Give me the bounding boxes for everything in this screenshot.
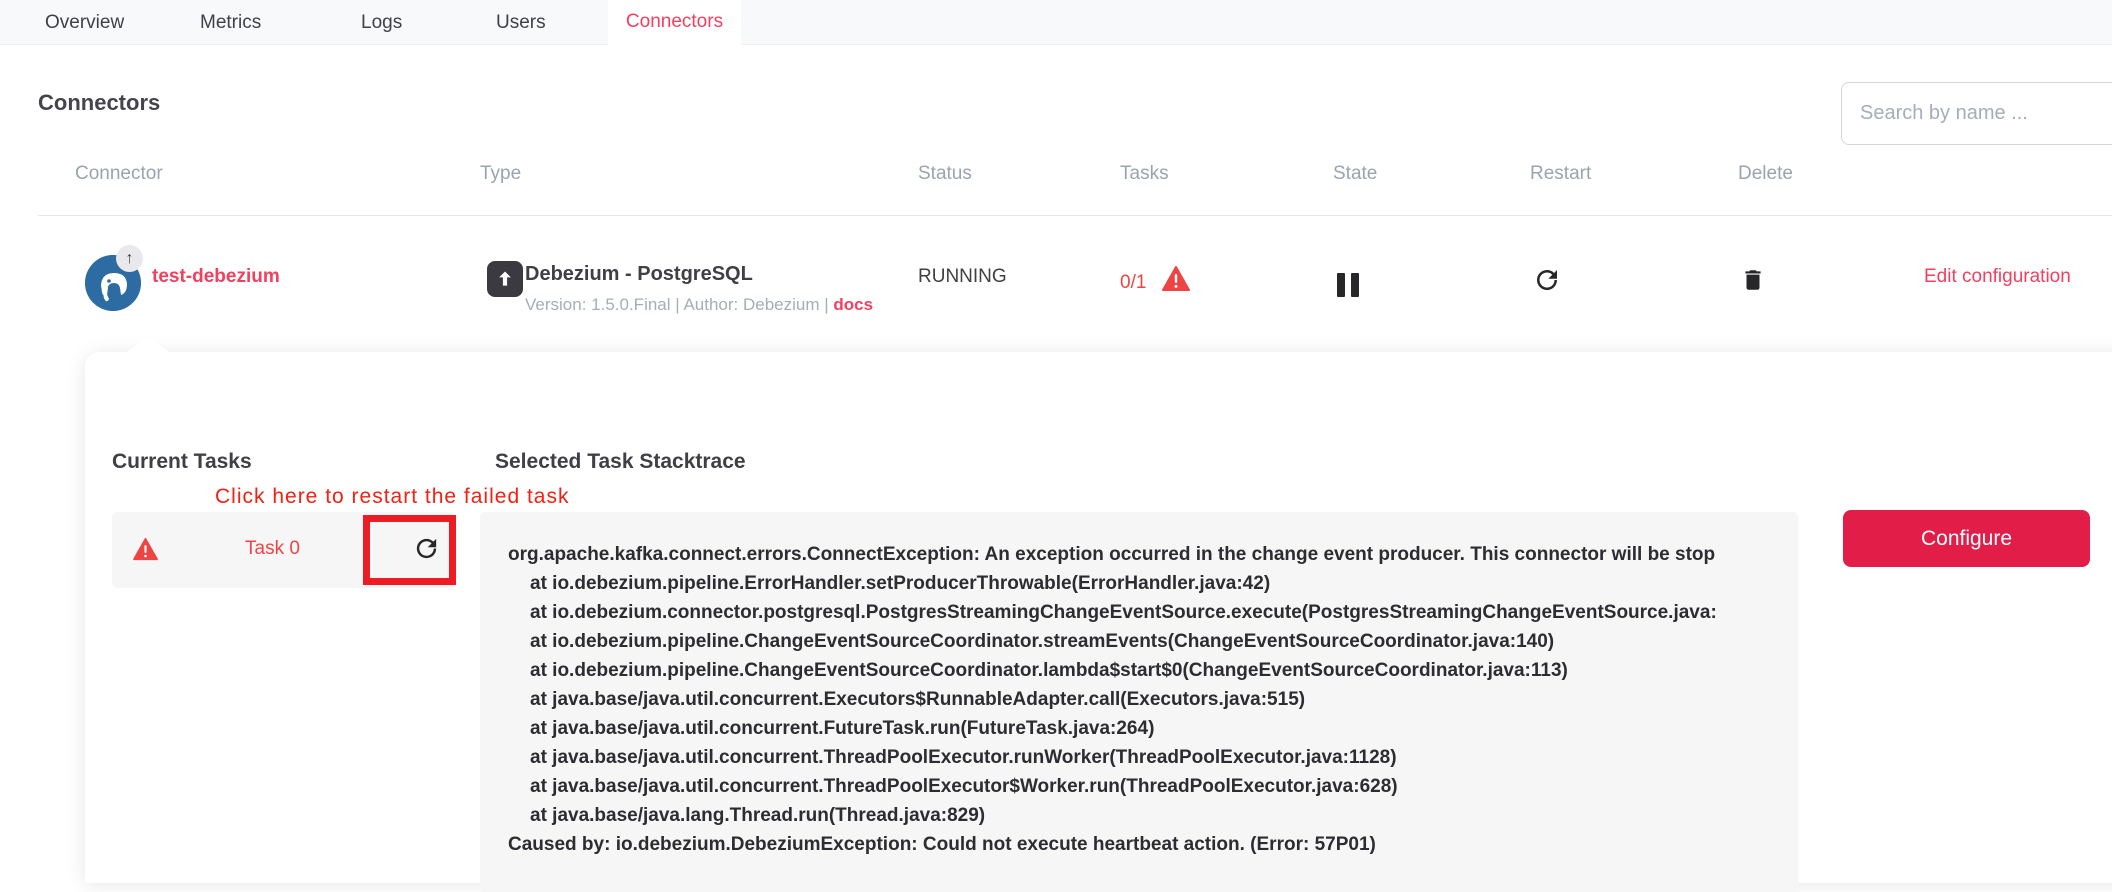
col-header-restart: Restart <box>1530 163 1591 185</box>
page-title: Connectors <box>38 90 160 116</box>
current-tasks-title: Current Tasks <box>112 450 252 474</box>
stacktrace-line: at io.debezium.connector.postgresql.Post… <box>508 598 1798 627</box>
stacktrace-box: org.apache.kafka.connect.errors.ConnectE… <box>480 512 1798 892</box>
annotation-restart-hint: Click here to restart the failed task <box>215 485 569 509</box>
connector-name-link[interactable]: test-debezium <box>152 266 280 288</box>
col-header-status: Status <box>918 163 972 185</box>
source-connector-badge-icon: ↑ <box>116 245 143 272</box>
col-header-tasks: Tasks <box>1120 163 1169 185</box>
tasks-warning-icon <box>1162 266 1190 297</box>
tab-metrics[interactable]: Metrics <box>186 0 275 45</box>
stacktrace-title: Selected Task Stacktrace <box>495 450 746 474</box>
col-header-state: State <box>1333 163 1377 185</box>
stacktrace-line: at io.debezium.pipeline.ChangeEventSourc… <box>508 656 1798 685</box>
task-warning-icon <box>133 538 158 566</box>
connector-type-meta: Version: 1.5.0.Final | Author: Debezium … <box>525 295 873 315</box>
connector-type-title: Debezium - PostgreSQL <box>525 263 753 286</box>
task-label: Task 0 <box>245 538 300 560</box>
pause-connector-icon[interactable] <box>1337 273 1359 297</box>
col-header-connector: Connector <box>75 163 163 185</box>
stacktrace-line: at java.base/java.lang.Thread.run(Thread… <box>508 801 1798 830</box>
stacktrace-line: Caused by: io.debezium.DebeziumException… <box>508 830 1798 859</box>
stacktrace-line: at io.debezium.pipeline.ErrorHandler.set… <box>508 569 1798 598</box>
stacktrace-line: at io.debezium.pipeline.ChangeEventSourc… <box>508 627 1798 656</box>
stacktrace-line: at java.base/java.util.concurrent.Future… <box>508 714 1798 743</box>
edit-configuration-link[interactable]: Edit configuration <box>1924 266 2071 288</box>
version-author-text: Version: 1.5.0.Final | Author: Debezium … <box>525 295 829 314</box>
source-type-icon <box>487 261 523 297</box>
search-input[interactable] <box>1841 82 2112 145</box>
connector-detail-panel: Current Tasks Selected Task Stacktrace C… <box>85 352 2112 883</box>
stacktrace-line: at java.base/java.util.concurrent.Thread… <box>508 743 1798 772</box>
restart-connector-icon[interactable] <box>1532 265 1562 300</box>
configure-button[interactable]: Configure <box>1843 510 2090 567</box>
col-header-type: Type <box>480 163 521 185</box>
col-header-delete: Delete <box>1738 163 1793 185</box>
panel-notch <box>125 337 171 353</box>
tab-overview[interactable]: Overview <box>31 0 138 45</box>
docs-link[interactable]: docs <box>833 295 873 314</box>
stacktrace-line: at java.base/java.util.concurrent.Thread… <box>508 772 1798 801</box>
tab-connectors[interactable]: Connectors <box>608 0 741 45</box>
tab-users[interactable]: Users <box>482 0 560 45</box>
tab-logs[interactable]: Logs <box>347 0 416 45</box>
table-header-divider <box>38 215 2112 216</box>
delete-connector-icon[interactable] <box>1740 266 1766 299</box>
annotation-highlight-box <box>363 515 456 585</box>
stacktrace-line: org.apache.kafka.connect.errors.ConnectE… <box>508 540 1798 569</box>
stacktrace-line: at java.base/java.util.concurrent.Execut… <box>508 685 1798 714</box>
top-tab-bar: Overview Metrics Logs Users Connectors <box>0 0 2112 45</box>
status-value: RUNNING <box>918 266 1007 288</box>
tasks-count: 0/1 <box>1120 272 1146 294</box>
